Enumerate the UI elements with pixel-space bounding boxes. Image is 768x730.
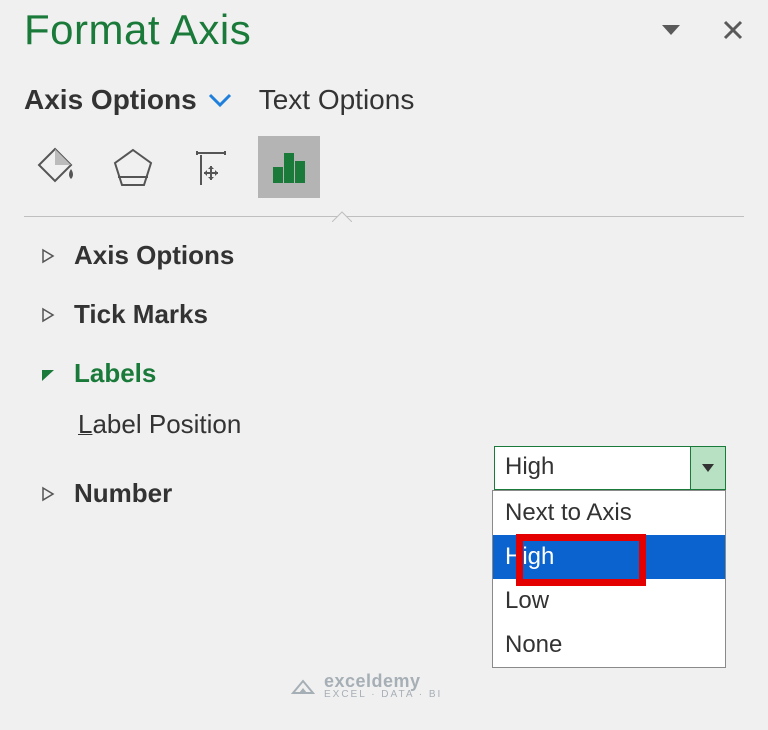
text-options-category[interactable]: Text Options xyxy=(259,84,415,116)
task-pane-options-icon[interactable] xyxy=(660,23,682,37)
watermark: exceldemy EXCEL · DATA · BI xyxy=(290,671,442,700)
chevron-down-icon xyxy=(207,84,233,116)
watermark-text: exceldemy EXCEL · DATA · BI xyxy=(324,671,442,700)
expander-collapsed-icon xyxy=(40,486,56,502)
pentagon-icon xyxy=(111,145,155,189)
caret-down-icon xyxy=(701,463,715,473)
fill-line-button[interactable] xyxy=(24,136,86,198)
section-labels[interactable]: Labels xyxy=(24,344,744,403)
section-label: Number xyxy=(74,478,172,509)
titlebar: Format Axis xyxy=(24,4,744,54)
section-tick-marks[interactable]: Tick Marks xyxy=(24,285,744,344)
format-axis-pane: Format Axis Axis Options Text Options xyxy=(0,0,768,730)
expander-collapsed-icon xyxy=(40,307,56,323)
axis-options-category[interactable]: Axis Options xyxy=(24,84,233,116)
combo-value: High xyxy=(495,447,690,489)
section-axis-options[interactable]: Axis Options xyxy=(24,226,744,285)
label-position-combo[interactable]: High xyxy=(494,446,726,490)
size-icon xyxy=(189,145,233,189)
label-position-dropdown: Next to Axis High Low None xyxy=(492,490,726,668)
label-position-row: Label Position xyxy=(24,403,744,446)
watermark-icon xyxy=(290,675,316,697)
pane-title: Format Axis xyxy=(24,6,251,54)
notch-icon xyxy=(332,210,352,222)
bar-chart-icon xyxy=(267,145,311,189)
size-properties-button[interactable] xyxy=(180,136,242,198)
paint-bucket-icon xyxy=(33,145,77,189)
dropdown-item-none[interactable]: None xyxy=(493,623,725,667)
section-label: Labels xyxy=(74,358,156,389)
combo-dropdown-button[interactable] xyxy=(690,447,725,489)
dropdown-item-high[interactable]: High xyxy=(493,535,725,579)
axis-options-category-label: Axis Options xyxy=(24,84,197,116)
title-controls xyxy=(660,19,744,41)
expander-expanded-icon xyxy=(40,366,56,382)
dropdown-item-low[interactable]: Low xyxy=(493,579,725,623)
category-row: Axis Options Text Options xyxy=(24,84,744,116)
expander-collapsed-icon xyxy=(40,248,56,264)
axis-options-button[interactable] xyxy=(258,136,320,198)
icon-toolbar xyxy=(24,136,744,198)
close-icon[interactable] xyxy=(722,19,744,41)
dropdown-item-next-to-axis[interactable]: Next to Axis xyxy=(493,491,725,535)
divider xyxy=(24,208,744,226)
text-options-category-label: Text Options xyxy=(259,84,415,115)
section-label: Axis Options xyxy=(74,240,234,271)
label-position-label: Label Position xyxy=(78,409,241,440)
section-label: Tick Marks xyxy=(74,299,208,330)
effects-button[interactable] xyxy=(102,136,164,198)
